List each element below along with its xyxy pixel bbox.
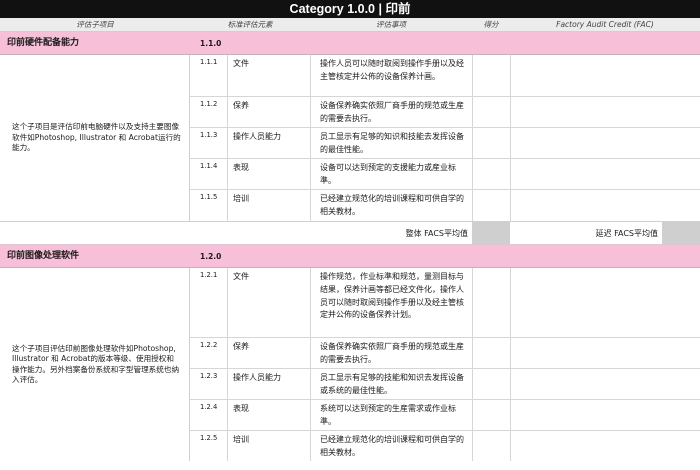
table-row: 1.1.2 保养 设备保养确实依照厂商手册的规范或生産的需要去执行。 [190, 97, 700, 128]
audit-table: 评估子项目 标准评估元素 评估事项 得分 Factory Audit Credi… [0, 18, 700, 461]
column-divider [472, 55, 473, 221]
section-header: 印前图像处理软件 1.2.0 [0, 245, 700, 268]
item-text: 操作人员可以随时取阅到操作手册以及经主管核定并公佈的设备保养计画。 [320, 59, 464, 81]
table-row: 1.2.5 培训 已经建立规范化的培训课程和可供自学的相关教材。 [190, 431, 700, 461]
section-block: 这个子项目是评估印前电脑硬件以及支持主要图像软件如Photoshop, Illu… [0, 55, 700, 222]
column-divider [310, 55, 311, 221]
section-description-text: 这个子项目评估印前图像处理软件如Photoshop, Illustrator 和… [12, 343, 180, 385]
section-block: 这个子项目评估印前图像处理软件如Photoshop, Illustrator 和… [0, 268, 700, 461]
section-name: 印前图像处理软件 [7, 251, 80, 261]
item-text: 系统可以达到预定的生産需求或作业标準。 [320, 404, 456, 426]
table-row: 1.1.5 培训 已经建立规范化的培训课程和可供自学的相关教材。 [190, 190, 700, 222]
delay-facs-value [662, 222, 700, 245]
item-number: 1.2.2 [200, 341, 218, 349]
table-row: 1.2.4 表现 系统可以达到预定的生産需求或作业标準。 [190, 400, 700, 431]
item-name: 保养 [233, 101, 249, 110]
column-divider [227, 268, 228, 461]
column-divider [510, 55, 511, 221]
header-matter: 评估事项 [376, 20, 406, 29]
item-text: 已经建立规范化的培训课程和可供自学的相关教材。 [320, 194, 464, 216]
section-code: 1.2.0 [200, 252, 222, 261]
item-name: 表现 [233, 163, 249, 172]
header-score: 得分 [483, 20, 499, 29]
item-name: 保养 [233, 342, 249, 351]
item-name: 培训 [233, 194, 249, 203]
item-text: 操作规范，作业标準和规范，量测目标与结果，保养计画等都已经文件化，操作人员可以随… [320, 272, 464, 320]
item-number: 1.1.4 [200, 162, 218, 170]
column-divider [227, 55, 228, 221]
average-row: 整体 FACS平均值 延迟 FACS平均值 [0, 222, 700, 245]
item-text: 员工显示有足够的知识和技能去发挥设备的最佳性能。 [320, 132, 464, 154]
item-name: 文件 [233, 272, 249, 281]
item-name: 培训 [233, 435, 249, 444]
delay-facs-average: 延迟 FACS平均值 [595, 229, 658, 238]
table-row: 1.2.1 文件 操作规范，作业标準和规范，量测目标与结果，保养计画等都已经文件… [190, 268, 700, 338]
item-number: 1.1.3 [200, 131, 218, 139]
section-description-text: 这个子项目是评估印前电脑硬件以及支持主要图像软件如Photoshop, Illu… [12, 122, 181, 153]
table-row: 1.1.1 文件 操作人员可以随时取阅到操作手册以及经主管核定并公佈的设备保养计… [190, 55, 700, 97]
overall-facs-average: 整体 FACS平均值 [405, 229, 468, 238]
section-name: 印前硬件配备能力 [7, 38, 80, 48]
table-row: 1.2.2 保养 设备保养确实依照厂商手册的规范或生産的需要去执行。 [190, 338, 700, 369]
header-sub-item: 评估子项目 [76, 20, 114, 29]
item-number: 1.2.4 [200, 403, 218, 411]
item-text: 已经建立规范化的培训课程和可供自学的相关教材。 [320, 435, 464, 457]
category-title: Category 1.0.0 | 印前 [0, 0, 700, 18]
item-number: 1.1.2 [200, 100, 218, 108]
header-standard: 标准评估元素 [227, 20, 273, 29]
header-fac: Factory Audit Credit (FAC) [556, 20, 654, 29]
section-description: 这个子项目是评估印前电脑硬件以及支持主要图像软件如Photoshop, Illu… [0, 55, 190, 221]
column-divider [510, 268, 511, 461]
item-name: 操作人员能力 [233, 373, 281, 382]
item-text: 员工显示有足够的技能和知识去发挥设备或系统的最佳性能。 [320, 373, 464, 395]
item-number: 1.2.5 [200, 434, 218, 442]
item-name: 表现 [233, 404, 249, 413]
section-header: 印前硬件配备能力 1.1.0 [0, 32, 700, 55]
item-number: 1.2.3 [200, 372, 218, 380]
overall-facs-value [472, 222, 510, 245]
table-row: 1.1.4 表现 设备可以达到预定的支援能力或産业标準。 [190, 159, 700, 190]
section-description: 这个子项目评估印前图像处理软件如Photoshop, Illustrator 和… [0, 268, 190, 461]
table-header: 评估子项目 标准评估元素 评估事项 得分 Factory Audit Credi… [0, 18, 700, 32]
column-divider [310, 268, 311, 461]
item-number: 1.1.1 [200, 58, 218, 66]
column-divider [472, 268, 473, 461]
table-row: 1.1.3 操作人员能力 员工显示有足够的知识和技能去发挥设备的最佳性能。 [190, 128, 700, 159]
section-code: 1.1.0 [200, 39, 222, 48]
item-number: 1.2.1 [200, 271, 218, 279]
item-name: 操作人员能力 [233, 132, 281, 141]
item-text: 设备保养确实依照厂商手册的规范或生産的需要去执行。 [320, 342, 464, 364]
item-name: 文件 [233, 59, 249, 68]
item-text: 设备可以达到预定的支援能力或産业标準。 [320, 163, 456, 185]
item-text: 设备保养确实依照厂商手册的规范或生産的需要去执行。 [320, 101, 464, 123]
item-number: 1.1.5 [200, 193, 218, 201]
table-row: 1.2.3 操作人员能力 员工显示有足够的技能和知识去发挥设备或系统的最佳性能。 [190, 369, 700, 400]
